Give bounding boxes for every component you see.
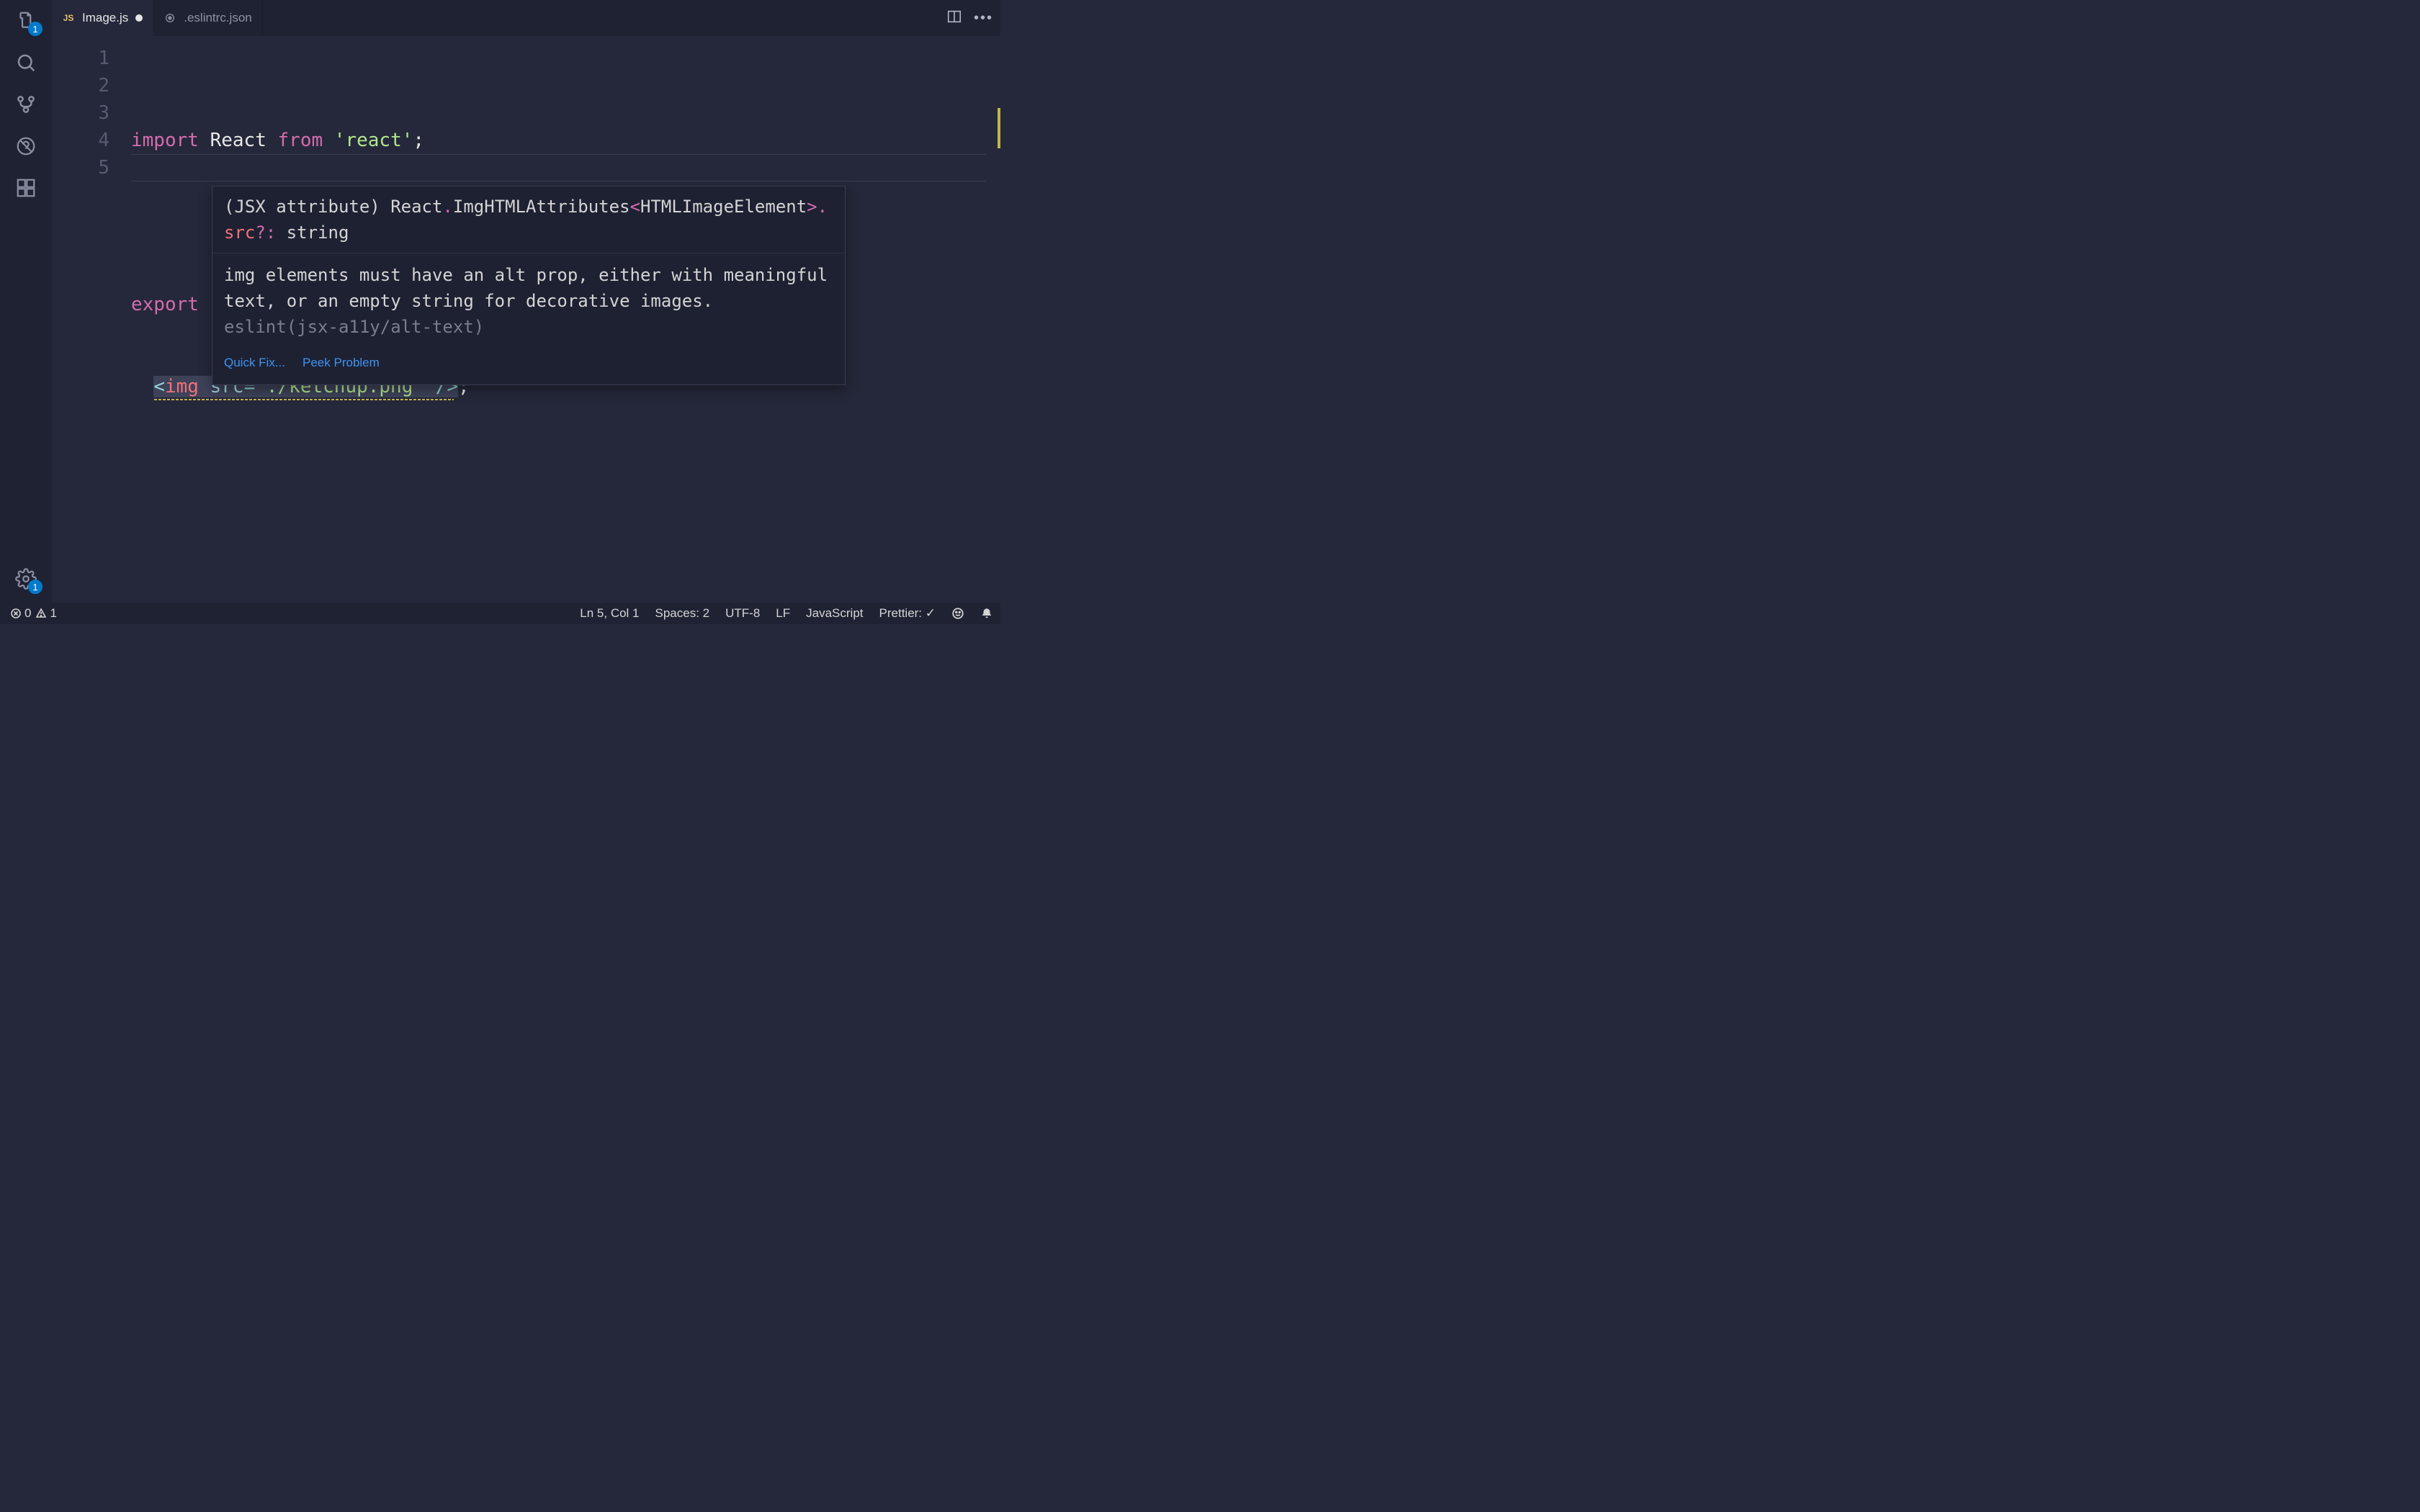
status-errors-count: 0	[24, 606, 31, 621]
more-actions-icon[interactable]: •••	[974, 10, 993, 27]
js-file-icon: JS	[62, 12, 75, 24]
hover-text: >	[807, 197, 817, 217]
notifications-icon[interactable]	[980, 607, 993, 620]
status-errors[interactable]: 0	[10, 606, 31, 621]
dirty-indicator-icon	[135, 14, 143, 22]
token-tag: img	[165, 376, 199, 397]
app-root: 1	[0, 0, 1000, 624]
error-icon	[10, 608, 22, 619]
search-icon[interactable]	[15, 52, 37, 73]
token-keyword: export	[131, 294, 199, 315]
line-number: 3	[52, 99, 109, 127]
split-editor-icon[interactable]	[946, 9, 962, 28]
hover-text: string	[276, 222, 349, 243]
status-warnings[interactable]: 1	[35, 606, 56, 621]
peek-problem-link[interactable]: Peek Problem	[302, 350, 380, 376]
explorer-badge: 1	[28, 22, 42, 36]
line-number: 4	[52, 127, 109, 154]
status-left: 0 1	[10, 606, 57, 621]
hover-popup: (JSX attribute) React.ImgHTMLAttributes<…	[212, 186, 846, 385]
line-number: 5	[52, 154, 109, 181]
hover-text: .	[442, 197, 452, 217]
main-row: 1	[0, 0, 1000, 603]
hover-signature: (JSX attribute) React.ImgHTMLAttributes<…	[212, 186, 845, 253]
extensions-icon[interactable]	[15, 177, 37, 199]
activity-bar: 1	[0, 0, 52, 603]
editor-area[interactable]: 1 2 3 4 5 import React from 'react'; exp…	[52, 36, 1000, 603]
debug-icon[interactable]	[15, 135, 37, 157]
hover-message: img elements must have an alt prop, eith…	[212, 253, 845, 346]
line-number: 2	[52, 72, 109, 99]
hover-text: (JSX attribute)	[224, 197, 390, 217]
token-identifier: React	[210, 130, 266, 151]
hover-text: <	[630, 197, 640, 217]
tab-bar: JS Image.js .eslintrc.json •••	[52, 0, 1000, 36]
hover-text: React	[390, 197, 442, 217]
status-bar: 0 1 Ln 5, Col 1 Spaces: 2 UTF-8 LF JavaS…	[0, 603, 1000, 624]
status-indent[interactable]: Spaces: 2	[655, 606, 710, 621]
status-cursor[interactable]: Ln 5, Col 1	[580, 606, 639, 621]
warning-icon	[35, 608, 47, 619]
warning-squiggle	[153, 399, 454, 400]
hover-text: ImgHTMLAttributes	[453, 197, 630, 217]
gutter: 1 2 3 4 5	[52, 36, 131, 603]
current-line-highlight	[131, 154, 986, 181]
token-punct: <	[153, 376, 165, 397]
status-right: Ln 5, Col 1 Spaces: 2 UTF-8 LF JavaScrip…	[580, 606, 993, 621]
status-warnings-count: 1	[50, 606, 56, 621]
hover-rule-text: eslint(jsx-a11y/alt-text)	[224, 317, 484, 337]
tab-label: Image.js	[82, 11, 128, 25]
feedback-icon[interactable]	[951, 607, 964, 620]
json-file-icon	[163, 12, 176, 24]
explorer-icon[interactable]: 1	[15, 10, 37, 32]
quick-fix-link[interactable]: Quick Fix...	[224, 350, 285, 376]
editor-column: JS Image.js .eslintrc.json •••	[52, 0, 1000, 603]
token-string: 'react'	[334, 130, 413, 151]
status-language[interactable]: JavaScript	[806, 606, 863, 621]
hover-text: HTMLImageElement	[640, 197, 807, 217]
settings-badge: 1	[28, 580, 42, 594]
status-prettier[interactable]: Prettier: ✓	[879, 606, 936, 621]
hover-text: ?:	[255, 222, 276, 243]
status-eol[interactable]: LF	[776, 606, 790, 621]
token-punct: ;	[413, 130, 424, 151]
token-keyword: import	[131, 130, 199, 151]
status-encoding[interactable]: UTF-8	[725, 606, 760, 621]
line-number: 1	[52, 45, 109, 72]
hover-actions: Quick Fix... Peek Problem	[212, 346, 845, 384]
tab-image-js[interactable]: JS Image.js	[52, 0, 153, 36]
overview-ruler-warning	[998, 108, 1000, 148]
hover-text: src	[224, 222, 255, 243]
tab-eslintrc[interactable]: .eslintrc.json	[153, 0, 262, 36]
token-keyword: from	[278, 130, 323, 151]
source-control-icon[interactable]	[15, 94, 37, 115]
tab-label: .eslintrc.json	[184, 11, 251, 25]
minimap[interactable]	[986, 36, 1000, 603]
hover-message-text: img elements must have an alt prop, eith…	[224, 265, 828, 311]
tab-actions: •••	[939, 0, 1000, 36]
hover-text: .	[817, 197, 828, 217]
settings-gear-icon[interactable]: 1	[15, 568, 37, 590]
